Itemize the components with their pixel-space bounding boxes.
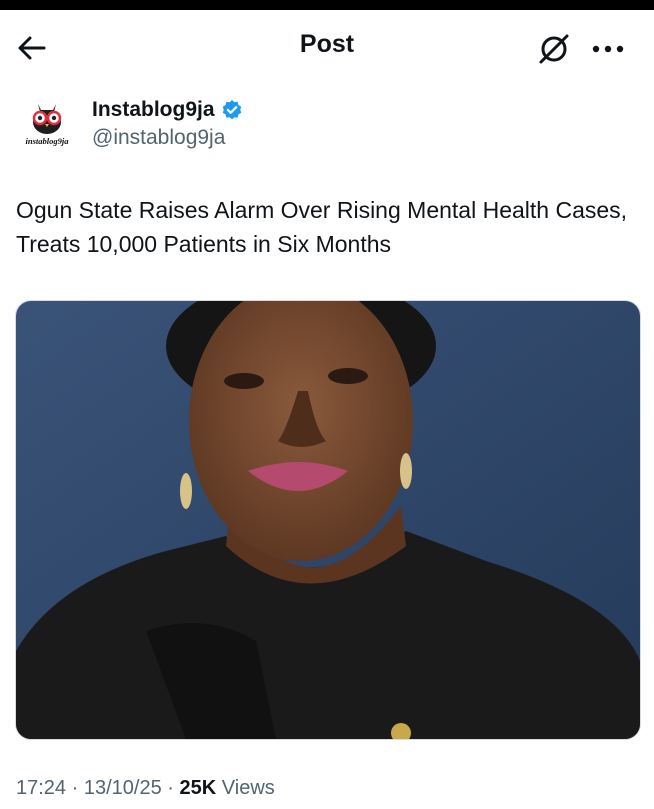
author-name-row: Instablog9ja (92, 98, 243, 122)
post-header: Post (0, 10, 654, 80)
meta-separator: · (167, 777, 174, 799)
author-handle[interactable]: @instablog9ja (92, 126, 225, 150)
portrait-photo (16, 301, 640, 739)
meta-separator: · (71, 777, 79, 799)
more-options-button[interactable] (588, 31, 628, 67)
verified-badge-icon (222, 100, 241, 120)
views-label: Views (221, 777, 275, 799)
post-image[interactable] (15, 300, 641, 740)
post-meta: 17:24 · 13/10/25 · 25K Views (16, 777, 275, 800)
grok-button[interactable] (536, 31, 572, 67)
status-bar (0, 0, 654, 10)
avatar-logo-text: instablog9ja (26, 136, 70, 146)
post-text: Ogun State Raises Alarm Over Rising Ment… (16, 197, 628, 257)
more-horizontal-icon (592, 45, 624, 53)
grok-icon (539, 34, 569, 64)
views-count[interactable]: 25K (180, 777, 217, 799)
owl-logo-icon: instablog9ja (16, 94, 78, 156)
author-display-name[interactable]: Instablog9ja (92, 98, 215, 122)
post-time[interactable]: 17:24 (16, 777, 66, 799)
avatar[interactable]: instablog9ja (16, 94, 78, 156)
post-date[interactable]: 13/10/25 (84, 777, 162, 799)
